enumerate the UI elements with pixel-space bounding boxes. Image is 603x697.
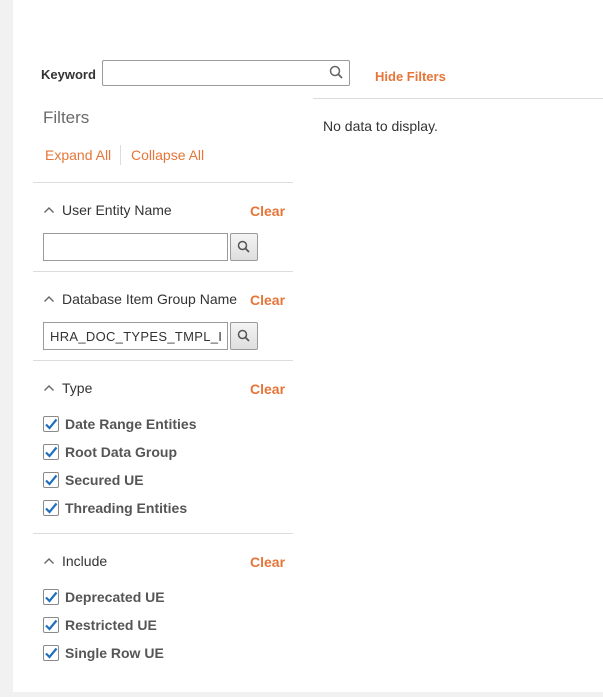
section-title: Include bbox=[62, 553, 108, 569]
checkbox-threading-entities[interactable]: Threading Entities bbox=[43, 500, 187, 516]
clear-type[interactable]: Clear bbox=[250, 381, 285, 397]
keyword-label: Keyword bbox=[41, 67, 96, 82]
checkbox-root-data-group[interactable]: Root Data Group bbox=[43, 444, 177, 460]
checkmark-icon bbox=[45, 446, 58, 458]
checkmark-icon bbox=[45, 502, 58, 514]
hide-filters-link[interactable]: Hide Filters bbox=[375, 69, 446, 84]
chevron-up-icon bbox=[44, 558, 54, 564]
keyword-input[interactable] bbox=[102, 60, 350, 86]
search-icon[interactable] bbox=[328, 64, 346, 82]
checkbox[interactable] bbox=[43, 617, 59, 633]
collapse-all-link[interactable]: Collapse All bbox=[131, 147, 204, 163]
checkbox-label: Single Row UE bbox=[65, 645, 164, 661]
section-title: Database Item Group Name bbox=[62, 291, 238, 307]
checkbox-date-range-entities[interactable]: Date Range Entities bbox=[43, 416, 196, 432]
section-title: Type bbox=[62, 380, 93, 396]
section-header-user-entity-name[interactable]: User Entity Name bbox=[43, 202, 172, 218]
checkbox-secured-ue[interactable]: Secured UE bbox=[43, 472, 144, 488]
checkbox[interactable] bbox=[43, 500, 59, 516]
checkmark-icon bbox=[45, 591, 58, 603]
section-divider bbox=[33, 271, 293, 272]
user-entity-name-input[interactable] bbox=[43, 233, 228, 261]
search-icon bbox=[237, 329, 250, 342]
user-entity-name-search-button[interactable] bbox=[230, 233, 258, 261]
checkbox[interactable] bbox=[43, 472, 59, 488]
section-title: User Entity Name bbox=[62, 202, 172, 218]
chevron-up-icon bbox=[44, 207, 54, 213]
checkbox[interactable] bbox=[43, 444, 59, 460]
expand-all-link[interactable]: Expand All bbox=[45, 147, 111, 163]
main-panel: Keyword Hide Filters No data to display.… bbox=[13, 0, 603, 692]
checkbox-label: Deprecated UE bbox=[65, 589, 165, 605]
checkbox-label: Restricted UE bbox=[65, 617, 157, 633]
checkbox[interactable] bbox=[43, 645, 59, 661]
checkmark-icon bbox=[45, 474, 58, 486]
chevron-up-icon bbox=[44, 385, 54, 391]
database-item-group-name-input[interactable] bbox=[43, 322, 228, 350]
section-header-type[interactable]: Type bbox=[43, 380, 92, 396]
checkbox-restricted-ue[interactable]: Restricted UE bbox=[43, 617, 157, 633]
clear-database-item-group-name[interactable]: Clear bbox=[250, 292, 285, 308]
checkbox-deprecated-ue[interactable]: Deprecated UE bbox=[43, 589, 165, 605]
section-divider bbox=[33, 182, 293, 183]
filters-title: Filters bbox=[43, 108, 90, 127]
checkbox[interactable] bbox=[43, 416, 59, 432]
section-header-include[interactable]: Include bbox=[43, 553, 107, 569]
checkmark-icon bbox=[45, 647, 58, 659]
checkmark-icon bbox=[45, 619, 58, 631]
checkbox-label: Root Data Group bbox=[65, 444, 177, 460]
checkbox-label: Secured UE bbox=[65, 472, 144, 488]
checkbox-label: Threading Entities bbox=[65, 500, 188, 516]
chevron-up-icon bbox=[44, 296, 54, 302]
checkbox-label: Date Range Entities bbox=[65, 416, 197, 432]
link-divider bbox=[120, 145, 121, 165]
section-divider bbox=[33, 533, 293, 534]
no-data-message: No data to display. bbox=[323, 118, 438, 134]
database-item-group-name-search-button[interactable] bbox=[230, 322, 258, 350]
checkbox-single-row-ue[interactable]: Single Row UE bbox=[43, 645, 164, 661]
section-header-database-item-group-name[interactable]: Database Item Group Name bbox=[43, 291, 237, 307]
checkmark-icon bbox=[45, 418, 58, 430]
checkbox[interactable] bbox=[43, 589, 59, 605]
results-divider bbox=[313, 98, 603, 99]
section-divider bbox=[33, 360, 293, 361]
search-icon bbox=[237, 240, 250, 253]
clear-include[interactable]: Clear bbox=[250, 554, 285, 570]
clear-user-entity-name[interactable]: Clear bbox=[250, 203, 285, 219]
